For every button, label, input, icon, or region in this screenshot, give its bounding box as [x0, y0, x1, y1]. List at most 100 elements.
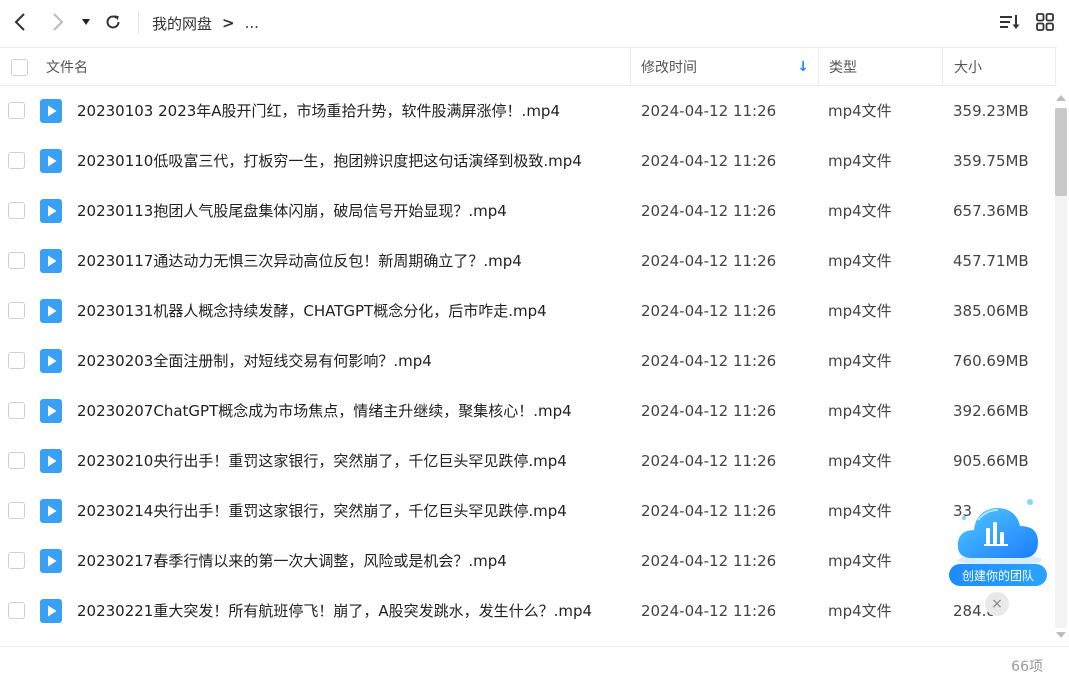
item-count: 66项 — [1011, 659, 1043, 675]
file-size: 392.66MB — [953, 402, 1029, 420]
video-file-icon — [40, 449, 62, 473]
file-row[interactable]: 20230210央行出手！重罚这家银行，突然崩了，千亿巨头罕见跌停.mp4 20… — [0, 436, 1052, 486]
file-size: 760.69MB — [953, 352, 1029, 370]
history-dropdown-button[interactable] — [74, 8, 98, 36]
row-checkbox[interactable] — [8, 502, 25, 519]
column-modified-label: 修改时间 — [641, 60, 697, 76]
column-divider — [630, 48, 631, 86]
breadcrumb-root[interactable]: 我的网盘 — [152, 13, 212, 34]
sort-list-icon — [1000, 15, 1020, 29]
chevron-right-icon — [53, 13, 64, 31]
scrollbar-thumb[interactable] — [1055, 108, 1067, 196]
scroll-down-arrow-icon[interactable] — [1054, 629, 1068, 641]
breadcrumb: 我的网盘 > ... — [152, 12, 259, 34]
column-divider — [1055, 48, 1056, 86]
column-divider — [942, 48, 943, 86]
file-size: 905.66MB — [953, 452, 1029, 470]
create-team-label[interactable]: 创建你的团队 — [949, 564, 1047, 586]
back-button[interactable] — [6, 8, 34, 36]
file-row[interactable]: 20230217春季行情以来的第一次大调整，风险或是机会？.mp4 2024-0… — [0, 536, 1052, 586]
file-name[interactable]: 20230113抱团人气股尾盘集体闪崩，破局信号开始显现？.mp4 — [77, 186, 507, 236]
file-size: 359.75MB — [953, 152, 1029, 170]
file-type: mp4文件 — [828, 502, 892, 520]
file-modified: 2024-04-12 11:26 — [641, 402, 777, 420]
file-modified: 2024-04-12 11:26 — [641, 452, 777, 470]
file-name[interactable]: 20230117通达动力无惧三次异动高位反包！新周期确立了？.mp4 — [77, 236, 522, 286]
column-header: 文件名 修改时间 ↓ 类型 大小 — [0, 47, 1057, 86]
refresh-button[interactable] — [99, 8, 127, 36]
file-name[interactable]: 20230214央行出手！重罚这家银行，突然崩了，千亿巨头罕见跌停.mp4 — [77, 486, 567, 536]
breadcrumb-more[interactable]: ... — [245, 14, 259, 32]
row-checkbox[interactable] — [8, 452, 25, 469]
file-row[interactable]: 20230207ChatGPT概念成为市场焦点，情绪主升继续，聚集核心！.mp4… — [0, 386, 1052, 436]
checkbox-box — [11, 58, 28, 76]
file-row[interactable]: 20230113抱团人气股尾盘集体闪崩，破局信号开始显现？.mp4 2024-0… — [0, 186, 1052, 236]
file-name[interactable]: 20230131机器人概念持续发酵，CHATGPT概念分化，后市咋走.mp4 — [77, 286, 547, 336]
breadcrumb-separator: > — [222, 14, 235, 32]
file-row[interactable]: 20230221重大突发！所有航班停飞！崩了，A股突发跳水，发生什么？.mp4 … — [0, 586, 1052, 636]
file-name[interactable]: 20230217春季行情以来的第一次大调整，风险或是机会？.mp4 — [77, 536, 507, 586]
sort-button[interactable] — [996, 8, 1024, 36]
row-checkbox[interactable] — [8, 152, 25, 169]
file-size: 457.71MB — [953, 252, 1029, 270]
refresh-icon — [106, 15, 120, 29]
file-type: mp4文件 — [828, 552, 892, 570]
file-row[interactable]: 20230214央行出手！重罚这家银行，突然崩了，千亿巨头罕见跌停.mp4 20… — [0, 486, 1052, 536]
file-type: mp4文件 — [828, 352, 892, 370]
row-checkbox[interactable] — [8, 402, 25, 419]
file-list: 20230103 2023年A股开门红，市场重拾升势，软件股满屏涨停！.mp4 … — [0, 86, 1052, 646]
row-checkbox[interactable] — [8, 602, 25, 619]
create-team-widget[interactable]: 创建你的团队 — [946, 488, 1048, 588]
video-file-icon — [40, 199, 62, 223]
file-modified: 2024-04-12 11:26 — [641, 602, 777, 620]
row-checkbox[interactable] — [8, 202, 25, 219]
grid-view-button[interactable] — [1031, 8, 1059, 36]
row-checkbox[interactable] — [8, 252, 25, 269]
file-row[interactable]: 20230117通达动力无惧三次异动高位反包！新周期确立了？.mp4 2024-… — [0, 236, 1052, 286]
footer-divider — [0, 646, 1069, 647]
close-widget-button[interactable]: × — [985, 592, 1009, 616]
file-type: mp4文件 — [828, 252, 892, 270]
sort-desc-icon: ↓ — [797, 59, 809, 75]
file-modified: 2024-04-12 11:26 — [641, 302, 777, 320]
file-type: mp4文件 — [828, 402, 892, 420]
column-modified[interactable]: 修改时间 ↓ — [641, 48, 811, 86]
column-type[interactable]: 类型 — [829, 48, 857, 86]
file-size: 385.06MB — [953, 302, 1029, 320]
file-name[interactable]: 20230110低吸富三代，打板穷一生，抱团辨识度把这句话演绎到极致.mp4 — [77, 136, 582, 186]
row-checkbox[interactable] — [8, 302, 25, 319]
scroll-up-arrow-icon[interactable] — [1054, 92, 1068, 104]
row-checkbox[interactable] — [8, 352, 25, 369]
file-row[interactable]: 20230110低吸富三代，打板穷一生，抱团辨识度把这句话演绎到极致.mp4 2… — [0, 136, 1052, 186]
row-checkbox[interactable] — [8, 102, 25, 119]
file-modified: 2024-04-12 11:26 — [641, 352, 777, 370]
file-type: mp4文件 — [828, 202, 892, 220]
column-divider — [818, 48, 819, 86]
toolbar: 我的网盘 > ... — [0, 0, 1069, 46]
file-type: mp4文件 — [828, 302, 892, 320]
file-row[interactable]: 20230131机器人概念持续发酵，CHATGPT概念分化，后市咋走.mp4 2… — [0, 286, 1052, 336]
toolbar-divider — [138, 12, 139, 34]
file-modified: 2024-04-12 11:26 — [641, 152, 777, 170]
file-name[interactable]: 20230103 2023年A股开门红，市场重拾升势，软件股满屏涨停！.mp4 — [77, 86, 560, 136]
column-name[interactable]: 文件名 — [46, 48, 88, 86]
file-row[interactable]: 20230203全面注册制，对短线交易有何影响？.mp4 2024-04-12 … — [0, 336, 1052, 386]
file-name[interactable]: 20230207ChatGPT概念成为市场焦点，情绪主升继续，聚集核心！.mp4 — [77, 386, 572, 436]
grid-view-icon — [1036, 13, 1054, 31]
file-row[interactable]: 20230103 2023年A股开门红，市场重拾升势，软件股满屏涨停！.mp4 … — [0, 86, 1052, 136]
file-name[interactable]: 20230221重大突发！所有航班停飞！崩了，A股突发跳水，发生什么？.mp4 — [77, 586, 592, 636]
file-modified: 2024-04-12 11:26 — [641, 252, 777, 270]
select-all-checkbox[interactable] — [11, 48, 28, 86]
video-file-icon — [40, 499, 62, 523]
file-name[interactable]: 20230210央行出手！重罚这家银行，突然崩了，千亿巨头罕见跌停.mp4 — [77, 436, 567, 486]
column-size[interactable]: 大小 — [954, 48, 982, 86]
row-checkbox[interactable] — [8, 552, 25, 569]
file-name[interactable]: 20230203全面注册制，对短线交易有何影响？.mp4 — [77, 336, 432, 386]
file-modified: 2024-04-12 11:26 — [641, 552, 777, 570]
caret-down-icon — [82, 19, 90, 25]
forward-button[interactable] — [44, 8, 72, 36]
video-file-icon — [40, 149, 62, 173]
file-modified: 2024-04-12 11:26 — [641, 202, 777, 220]
video-file-icon — [40, 299, 62, 323]
chevron-left-icon — [14, 13, 25, 31]
